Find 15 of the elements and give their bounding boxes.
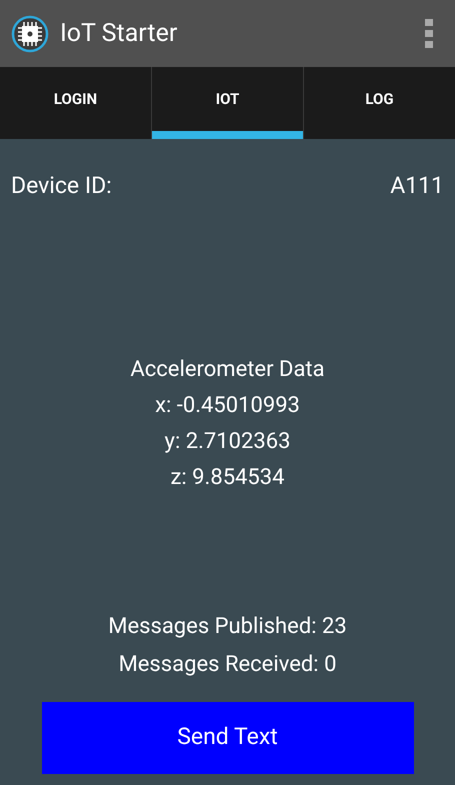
accelerometer-value: y: 2.7102363 — [164, 428, 290, 456]
accelerometer-value: x: -0.45010993 — [155, 392, 300, 420]
app-title: IoT Starter — [60, 18, 178, 50]
tab[interactable]: LOGIN — [0, 67, 151, 139]
message-count: Messages Published: 23 — [108, 612, 347, 640]
chip-icon — [10, 14, 50, 54]
accelerometer-heading: Accelerometer Data — [130, 356, 325, 384]
device-id-value: A111 — [390, 171, 444, 201]
send-text-button[interactable]: Send Text — [42, 702, 414, 774]
overflow-menu-icon[interactable] — [425, 18, 435, 48]
tab[interactable]: LOG — [304, 67, 455, 139]
device-id-label: Device ID: — [11, 171, 112, 201]
message-count: Messages Received: 0 — [118, 650, 336, 678]
accelerometer-value: z: 9.854534 — [170, 464, 285, 492]
tab[interactable]: IOT — [152, 67, 303, 139]
